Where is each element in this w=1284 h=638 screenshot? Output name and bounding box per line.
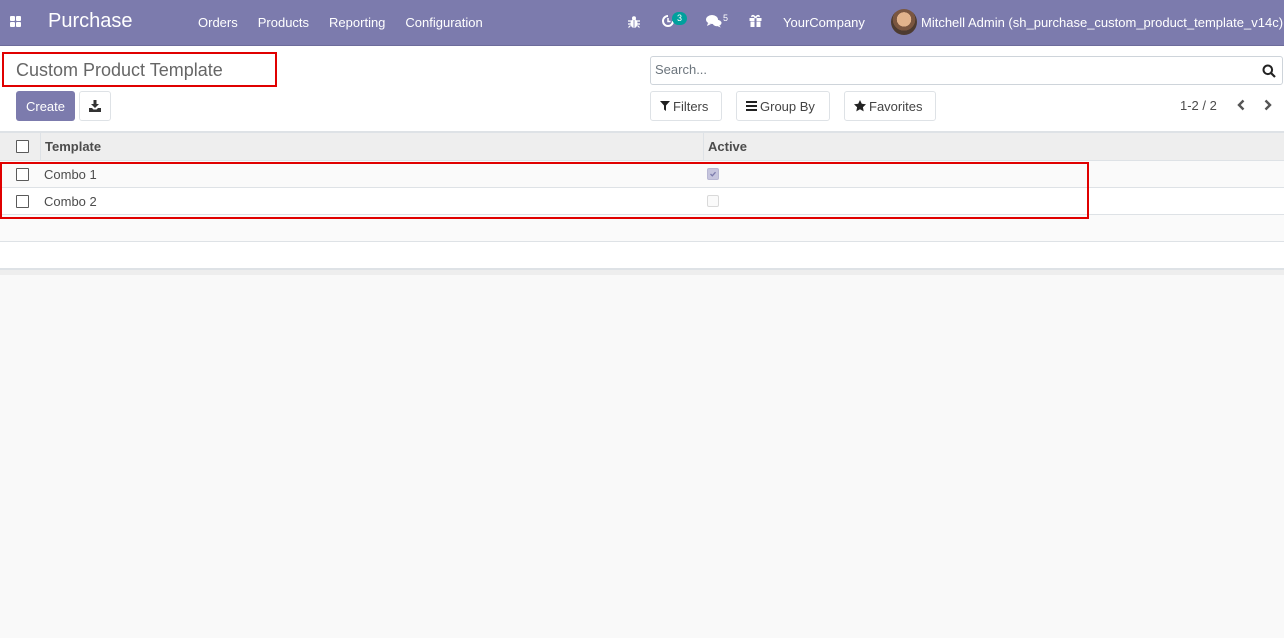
group-by-label: Group By (760, 98, 815, 114)
empty-row (0, 215, 1284, 242)
apps-menu-icon[interactable] (10, 16, 22, 27)
chevron-right-icon[interactable] (1263, 99, 1273, 111)
column-header-template[interactable]: Template (45, 139, 101, 154)
activity-count-badge: 3 (672, 12, 688, 25)
menu-configuration[interactable]: Configuration (405, 15, 482, 30)
favorites-label: Favorites (869, 98, 923, 114)
app-name[interactable]: Purchase (48, 10, 133, 33)
search-icon[interactable] (1262, 64, 1276, 78)
empty-row (0, 242, 1284, 269)
table-row[interactable]: Combo 2 (0, 188, 1284, 215)
top-navbar: Purchase Orders Products Reporting Confi… (0, 0, 1284, 46)
menu-orders[interactable]: Orders (198, 15, 238, 30)
user-menu[interactable]: Mitchell Admin (sh_purchase_custom_produ… (921, 15, 1283, 30)
favorites-button[interactable]: Favorites (844, 91, 936, 121)
select-all-checkbox[interactable] (16, 140, 29, 153)
menu-reporting[interactable]: Reporting (329, 15, 385, 30)
messages-icon[interactable] (706, 14, 722, 28)
menu-products[interactable]: Products (258, 15, 309, 30)
search-input[interactable] (655, 62, 1245, 77)
filter-icon (660, 101, 670, 111)
page-title: Custom Product Template (16, 60, 223, 80)
main-menu: Orders Products Reporting Configuration (198, 15, 503, 30)
check-icon (710, 171, 716, 177)
messages-count-badge: 5 (723, 13, 729, 23)
filters-label: Filters (673, 98, 709, 114)
create-button[interactable]: Create (16, 91, 75, 121)
control-panel: Custom Product Template Create Filters G… (0, 46, 1284, 132)
list-view: Template Active Combo 1 Combo 2 (0, 132, 1284, 275)
row-checkbox[interactable] (16, 168, 29, 181)
table-footer (0, 269, 1284, 275)
active-checkbox (707, 195, 719, 207)
column-header-active[interactable]: Active (708, 139, 747, 154)
template-cell: Combo 1 (44, 167, 97, 182)
export-button[interactable] (79, 91, 111, 121)
group-by-button[interactable]: Group By (736, 91, 830, 121)
table-header: Template Active (0, 132, 1284, 161)
row-checkbox[interactable] (16, 195, 29, 208)
search-box (650, 56, 1283, 85)
bug-icon[interactable] (628, 15, 640, 29)
pager-value[interactable]: 1-2 / 2 (1180, 98, 1217, 113)
active-checkbox (707, 168, 719, 180)
filters-button[interactable]: Filters (650, 91, 722, 121)
column-separator (703, 133, 704, 161)
list-icon (746, 101, 757, 111)
user-avatar[interactable] (891, 9, 917, 35)
table-row[interactable]: Combo 1 (0, 161, 1284, 188)
star-icon (854, 100, 866, 112)
chevron-left-icon[interactable] (1236, 99, 1246, 111)
gift-icon[interactable] (749, 14, 762, 27)
company-switcher[interactable]: YourCompany (783, 15, 865, 30)
download-icon (89, 100, 101, 112)
column-separator (40, 133, 41, 161)
template-cell: Combo 2 (44, 194, 97, 209)
